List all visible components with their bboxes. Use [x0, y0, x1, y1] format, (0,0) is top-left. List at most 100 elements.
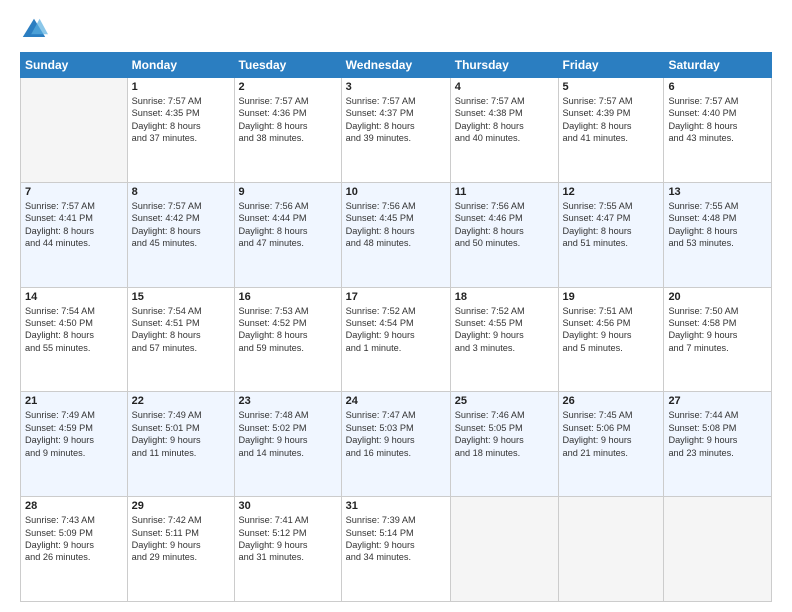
day-info: Sunrise: 7:41 AM Sunset: 5:12 PM Dayligh…: [239, 514, 337, 564]
day-number: 17: [346, 291, 446, 303]
day-info: Sunrise: 7:57 AM Sunset: 4:39 PM Dayligh…: [563, 95, 660, 145]
calendar-cell: 20 Sunrise: 7:50 AM Sunset: 4:58 PM Dayli…: [664, 287, 772, 392]
weekday-header-saturday: Saturday: [664, 53, 772, 78]
header: [20, 16, 772, 44]
calendar-cell: 24 Sunrise: 7:47 AM Sunset: 5:03 PM Dayli…: [341, 392, 450, 497]
calendar-cell: 14 Sunrise: 7:54 AM Sunset: 4:50 PM Dayli…: [21, 287, 128, 392]
day-info: Sunrise: 7:57 AM Sunset: 4:35 PM Dayligh…: [132, 95, 230, 145]
weekday-header-wednesday: Wednesday: [341, 53, 450, 78]
day-info: Sunrise: 7:57 AM Sunset: 4:36 PM Dayligh…: [239, 95, 337, 145]
calendar-cell: 2 Sunrise: 7:57 AM Sunset: 4:36 PM Daylig…: [234, 78, 341, 183]
page: SundayMondayTuesdayWednesdayThursdayFrid…: [0, 0, 792, 612]
day-number: 26: [563, 395, 660, 407]
day-number: 10: [346, 186, 446, 198]
day-info: Sunrise: 7:57 AM Sunset: 4:38 PM Dayligh…: [455, 95, 554, 145]
weekday-header-thursday: Thursday: [450, 53, 558, 78]
day-info: Sunrise: 7:52 AM Sunset: 4:54 PM Dayligh…: [346, 305, 446, 355]
calendar-cell: 16 Sunrise: 7:53 AM Sunset: 4:52 PM Dayli…: [234, 287, 341, 392]
day-number: 2: [239, 81, 337, 93]
calendar-cell: 18 Sunrise: 7:52 AM Sunset: 4:55 PM Dayli…: [450, 287, 558, 392]
day-info: Sunrise: 7:42 AM Sunset: 5:11 PM Dayligh…: [132, 514, 230, 564]
calendar-cell: 1 Sunrise: 7:57 AM Sunset: 4:35 PM Daylig…: [127, 78, 234, 183]
day-number: 11: [455, 186, 554, 198]
calendar-cell: 28 Sunrise: 7:43 AM Sunset: 5:09 PM Dayli…: [21, 497, 128, 602]
calendar-cell: 6 Sunrise: 7:57 AM Sunset: 4:40 PM Daylig…: [664, 78, 772, 183]
day-info: Sunrise: 7:57 AM Sunset: 4:37 PM Dayligh…: [346, 95, 446, 145]
calendar-cell: 3 Sunrise: 7:57 AM Sunset: 4:37 PM Daylig…: [341, 78, 450, 183]
week-row-3: 14 Sunrise: 7:54 AM Sunset: 4:50 PM Dayli…: [21, 287, 772, 392]
day-number: 30: [239, 500, 337, 512]
day-number: 23: [239, 395, 337, 407]
day-info: Sunrise: 7:44 AM Sunset: 5:08 PM Dayligh…: [668, 409, 767, 459]
day-info: Sunrise: 7:49 AM Sunset: 4:59 PM Dayligh…: [25, 409, 123, 459]
calendar-cell: 21 Sunrise: 7:49 AM Sunset: 4:59 PM Dayli…: [21, 392, 128, 497]
day-info: Sunrise: 7:55 AM Sunset: 4:48 PM Dayligh…: [668, 200, 767, 250]
day-number: 18: [455, 291, 554, 303]
calendar-cell: [450, 497, 558, 602]
day-info: Sunrise: 7:52 AM Sunset: 4:55 PM Dayligh…: [455, 305, 554, 355]
day-number: 25: [455, 395, 554, 407]
day-number: 20: [668, 291, 767, 303]
day-number: 27: [668, 395, 767, 407]
calendar-cell: [664, 497, 772, 602]
day-info: Sunrise: 7:43 AM Sunset: 5:09 PM Dayligh…: [25, 514, 123, 564]
calendar-cell: 27 Sunrise: 7:44 AM Sunset: 5:08 PM Dayli…: [664, 392, 772, 497]
calendar-cell: 17 Sunrise: 7:52 AM Sunset: 4:54 PM Dayli…: [341, 287, 450, 392]
calendar-cell: 31Sunrise: 7:39 AM Sunset: 5:14 PM Dayli…: [341, 497, 450, 602]
calendar-cell: 15 Sunrise: 7:54 AM Sunset: 4:51 PM Dayli…: [127, 287, 234, 392]
day-number: 15: [132, 291, 230, 303]
day-number: 21: [25, 395, 123, 407]
calendar-cell: 12 Sunrise: 7:55 AM Sunset: 4:47 PM Dayli…: [558, 182, 664, 287]
day-info: Sunrise: 7:49 AM Sunset: 5:01 PM Dayligh…: [132, 409, 230, 459]
calendar-cell: 10 Sunrise: 7:56 AM Sunset: 4:45 PM Dayli…: [341, 182, 450, 287]
day-info: Sunrise: 7:47 AM Sunset: 5:03 PM Dayligh…: [346, 409, 446, 459]
calendar-cell: 8 Sunrise: 7:57 AM Sunset: 4:42 PM Daylig…: [127, 182, 234, 287]
day-number: 16: [239, 291, 337, 303]
day-info: Sunrise: 7:45 AM Sunset: 5:06 PM Dayligh…: [563, 409, 660, 459]
calendar-cell: 19 Sunrise: 7:51 AM Sunset: 4:56 PM Dayli…: [558, 287, 664, 392]
week-row-4: 21 Sunrise: 7:49 AM Sunset: 4:59 PM Dayli…: [21, 392, 772, 497]
logo: [20, 16, 52, 44]
day-info: Sunrise: 7:48 AM Sunset: 5:02 PM Dayligh…: [239, 409, 337, 459]
day-number: 19: [563, 291, 660, 303]
day-info: Sunrise: 7:54 AM Sunset: 4:51 PM Dayligh…: [132, 305, 230, 355]
day-number: 5: [563, 81, 660, 93]
day-number: 13: [668, 186, 767, 198]
calendar-cell: 9Sunrise: 7:56 AM Sunset: 4:44 PM Daylig…: [234, 182, 341, 287]
weekday-header-monday: Monday: [127, 53, 234, 78]
day-info: Sunrise: 7:56 AM Sunset: 4:46 PM Dayligh…: [455, 200, 554, 250]
calendar-table: SundayMondayTuesdayWednesdayThursdayFrid…: [20, 52, 772, 602]
day-info: Sunrise: 7:57 AM Sunset: 4:41 PM Dayligh…: [25, 200, 123, 250]
calendar-cell: [558, 497, 664, 602]
day-number: 22: [132, 395, 230, 407]
day-number: 1: [132, 81, 230, 93]
day-number: 8: [132, 186, 230, 198]
calendar-cell: 13 Sunrise: 7:55 AM Sunset: 4:48 PM Dayli…: [664, 182, 772, 287]
day-number: 24: [346, 395, 446, 407]
day-number: 14: [25, 291, 123, 303]
day-info: Sunrise: 7:56 AM Sunset: 4:45 PM Dayligh…: [346, 200, 446, 250]
calendar-cell: 5 Sunrise: 7:57 AM Sunset: 4:39 PM Daylig…: [558, 78, 664, 183]
calendar-cell: 30 Sunrise: 7:41 AM Sunset: 5:12 PM Dayli…: [234, 497, 341, 602]
calendar-cell: 11 Sunrise: 7:56 AM Sunset: 4:46 PM Dayli…: [450, 182, 558, 287]
day-info: Sunrise: 7:54 AM Sunset: 4:50 PM Dayligh…: [25, 305, 123, 355]
weekday-header-friday: Friday: [558, 53, 664, 78]
day-info: Sunrise: 7:51 AM Sunset: 4:56 PM Dayligh…: [563, 305, 660, 355]
day-number: 12: [563, 186, 660, 198]
day-number: 6: [668, 81, 767, 93]
calendar-cell: 7 Sunrise: 7:57 AM Sunset: 4:41 PM Daylig…: [21, 182, 128, 287]
day-number: 28: [25, 500, 123, 512]
day-number: 7: [25, 186, 123, 198]
day-info: Sunrise: 7:57 AM Sunset: 4:40 PM Dayligh…: [668, 95, 767, 145]
week-row-5: 28 Sunrise: 7:43 AM Sunset: 5:09 PM Dayli…: [21, 497, 772, 602]
day-number: 3: [346, 81, 446, 93]
calendar-cell: 22 Sunrise: 7:49 AM Sunset: 5:01 PM Dayli…: [127, 392, 234, 497]
weekday-header-row: SundayMondayTuesdayWednesdayThursdayFrid…: [21, 53, 772, 78]
calendar-cell: 4 Sunrise: 7:57 AM Sunset: 4:38 PM Daylig…: [450, 78, 558, 183]
day-info: Sunrise: 7:57 AM Sunset: 4:42 PM Dayligh…: [132, 200, 230, 250]
day-info: Sunrise: 7:55 AM Sunset: 4:47 PM Dayligh…: [563, 200, 660, 250]
day-info: Sunrise: 7:53 AM Sunset: 4:52 PM Dayligh…: [239, 305, 337, 355]
calendar-cell: 29Sunrise: 7:42 AM Sunset: 5:11 PM Dayli…: [127, 497, 234, 602]
day-number: 4: [455, 81, 554, 93]
day-info: Sunrise: 7:50 AM Sunset: 4:58 PM Dayligh…: [668, 305, 767, 355]
